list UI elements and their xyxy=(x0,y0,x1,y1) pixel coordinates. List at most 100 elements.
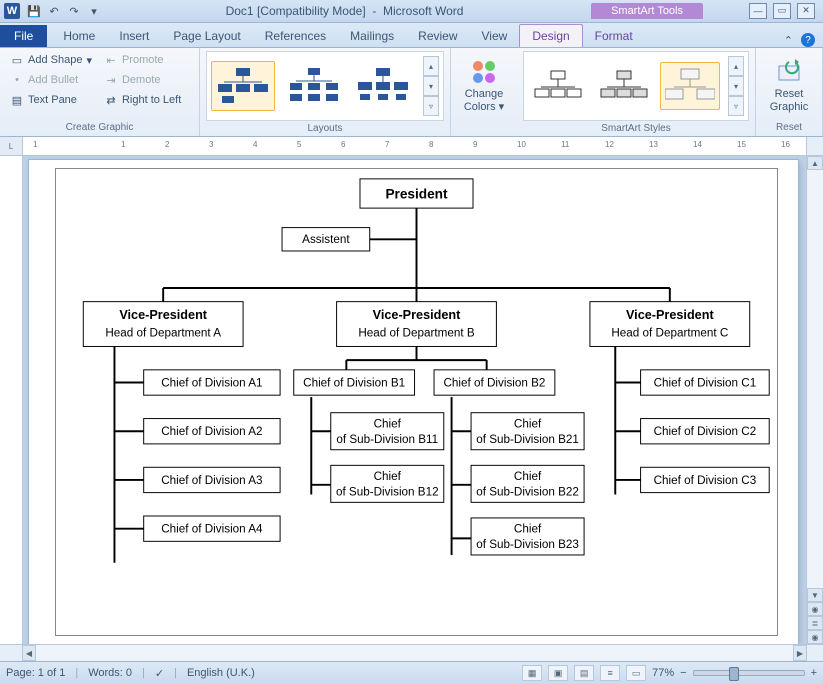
add-shape-button[interactable]: ▭Add Shape ▾ xyxy=(6,51,96,69)
zoom-slider[interactable] xyxy=(693,670,805,676)
view-draft-icon[interactable]: ▭ xyxy=(626,665,646,681)
redo-icon[interactable]: ↷ xyxy=(66,3,82,19)
style-thumb-2[interactable] xyxy=(594,62,654,110)
next-page-icon[interactable]: ◉ xyxy=(807,630,823,644)
tab-review[interactable]: Review xyxy=(406,25,469,47)
tab-page-layout[interactable]: Page Layout xyxy=(161,25,252,47)
reset-graphic-label: Reset Graphic xyxy=(762,88,816,112)
tab-view[interactable]: View xyxy=(470,25,520,47)
tab-home[interactable]: Home xyxy=(51,25,107,47)
app-name: Microsoft Word xyxy=(383,4,463,18)
add-bullet-button[interactable]: •Add Bullet xyxy=(6,71,96,89)
view-print-layout-icon[interactable]: ▦ xyxy=(522,665,542,681)
layout-thumb-2[interactable] xyxy=(281,61,345,111)
undo-icon[interactable]: ↶ xyxy=(46,3,62,19)
reset-graphic-button[interactable]: Reset Graphic xyxy=(762,51,816,120)
horizontal-scrollbar[interactable]: ◀ ▶ xyxy=(22,645,807,661)
horizontal-ruler-row: L 112345678910111213141516 xyxy=(0,137,823,156)
change-colors-button[interactable]: Change Colors ▾ xyxy=(457,51,511,120)
node-a3[interactable]: Chief of Division A3 xyxy=(144,467,280,492)
gallery-more-icon[interactable]: ▿ xyxy=(728,96,744,116)
right-to-left-button[interactable]: ⇄Right to Left xyxy=(100,91,185,109)
scroll-down-icon[interactable]: ▼ xyxy=(807,588,823,602)
tab-references[interactable]: References xyxy=(253,25,338,47)
view-full-screen-icon[interactable]: ▣ xyxy=(548,665,568,681)
vertical-ruler[interactable] xyxy=(0,156,23,644)
svg-text:Chief of Division A4: Chief of Division A4 xyxy=(161,523,263,536)
help-icon[interactable]: ? xyxy=(801,33,815,47)
gallery-up-icon[interactable]: ▴ xyxy=(423,56,439,76)
node-vp-b[interactable]: Vice-President Head of Department B xyxy=(337,302,497,347)
style-thumb-3[interactable] xyxy=(660,62,720,110)
org-chart[interactable]: President Assistent Vice-President Head … xyxy=(56,169,777,635)
node-b21[interactable]: Chiefof Sub-Division B21 xyxy=(471,413,584,450)
save-icon[interactable]: 💾 xyxy=(26,3,42,19)
node-b11[interactable]: Chiefof Sub-Division B11 xyxy=(331,413,444,450)
demote-button[interactable]: ⇥Demote xyxy=(100,71,185,89)
svg-text:Chief of Division C2: Chief of Division C2 xyxy=(654,425,757,438)
page[interactable]: President Assistent Vice-President Head … xyxy=(29,160,798,644)
minimize-button[interactable]: ― xyxy=(749,3,767,19)
group-create-graphic-label: Create Graphic xyxy=(6,120,193,135)
node-c1[interactable]: Chief of Division C1 xyxy=(641,370,770,395)
layouts-gallery[interactable]: ▴ ▾ ▿ xyxy=(206,51,444,121)
qat-customize-icon[interactable]: ▾ xyxy=(86,3,102,19)
close-button[interactable]: ✕ xyxy=(797,3,815,19)
node-vp-a[interactable]: Vice-President Head of Department A xyxy=(83,302,243,347)
layout-thumb-3[interactable] xyxy=(351,61,415,111)
styles-gallery-scroll[interactable]: ▴ ▾ ▿ xyxy=(728,56,744,116)
status-page[interactable]: Page: 1 of 1 xyxy=(6,667,65,679)
style-thumb-1[interactable] xyxy=(528,62,588,110)
layout-thumb-1[interactable] xyxy=(211,61,275,111)
zoom-out-button[interactable]: − xyxy=(680,667,686,679)
tab-insert[interactable]: Insert xyxy=(107,25,161,47)
browse-object-icon[interactable]: ≣ xyxy=(807,616,823,630)
styles-gallery[interactable]: ▴ ▾ ▿ xyxy=(523,51,749,121)
tab-file[interactable]: File xyxy=(0,25,47,47)
node-c3[interactable]: Chief of Division C3 xyxy=(641,467,770,492)
node-a4[interactable]: Chief of Division A4 xyxy=(144,516,280,541)
restore-button[interactable]: ▭ xyxy=(773,3,791,19)
node-b22[interactable]: Chiefof Sub-Division B22 xyxy=(471,465,584,502)
zoom-level[interactable]: 77% xyxy=(652,667,674,679)
scroll-left-icon[interactable]: ◀ xyxy=(22,645,36,661)
text-pane-button[interactable]: ▤Text Pane xyxy=(6,91,96,109)
view-web-layout-icon[interactable]: ▤ xyxy=(574,665,594,681)
group-layouts: ▴ ▾ ▿ Layouts xyxy=(200,48,451,136)
horizontal-ruler[interactable]: 112345678910111213141516 xyxy=(23,137,806,155)
gallery-down-icon[interactable]: ▾ xyxy=(423,76,439,96)
vertical-scrollbar[interactable]: ▲ ▼ ◉ ≣ ◉ xyxy=(806,156,823,644)
scroll-right-icon[interactable]: ▶ xyxy=(793,645,807,661)
svg-text:Chief of Division A2: Chief of Division A2 xyxy=(161,425,262,438)
node-vp-c[interactable]: Vice-President Head of Department C xyxy=(590,302,750,347)
node-president[interactable]: President xyxy=(360,179,473,208)
view-outline-icon[interactable]: ≡ xyxy=(600,665,620,681)
node-c2[interactable]: Chief of Division C2 xyxy=(641,419,770,444)
tab-mailings[interactable]: Mailings xyxy=(338,25,406,47)
node-b12[interactable]: Chiefof Sub-Division B12 xyxy=(331,465,444,502)
smartart-frame[interactable]: President Assistent Vice-President Head … xyxy=(55,168,778,636)
node-assistant[interactable]: Assistent xyxy=(282,228,370,251)
status-language[interactable]: English (U.K.) xyxy=(187,667,255,679)
scroll-up-icon[interactable]: ▲ xyxy=(807,156,823,170)
node-a2[interactable]: Chief of Division A2 xyxy=(144,419,280,444)
prev-page-icon[interactable]: ◉ xyxy=(807,602,823,616)
node-b2[interactable]: Chief of Division B2 xyxy=(434,370,555,395)
svg-text:Chief: Chief xyxy=(374,470,402,483)
tab-format[interactable]: Format xyxy=(583,25,645,47)
gallery-down-icon[interactable]: ▾ xyxy=(728,76,744,96)
node-a1[interactable]: Chief of Division A1 xyxy=(144,370,280,395)
layouts-gallery-scroll[interactable]: ▴ ▾ ▿ xyxy=(423,56,439,116)
node-b1[interactable]: Chief of Division B1 xyxy=(294,370,415,395)
svg-text:Vice-President: Vice-President xyxy=(119,308,207,322)
proofing-icon[interactable]: ✓ xyxy=(155,667,164,680)
tab-design[interactable]: Design xyxy=(519,24,582,47)
gallery-up-icon[interactable]: ▴ xyxy=(728,56,744,76)
gallery-more-icon[interactable]: ▿ xyxy=(423,96,439,116)
ribbon-minimize-icon[interactable]: ⌃ xyxy=(784,34,793,47)
promote-button[interactable]: ⇤Promote xyxy=(100,51,185,69)
status-words[interactable]: Words: 0 xyxy=(88,667,132,679)
zoom-in-button[interactable]: + xyxy=(811,667,817,679)
node-b23[interactable]: Chiefof Sub-Division B23 xyxy=(471,518,584,555)
ruler-corner[interactable]: L xyxy=(0,137,23,155)
